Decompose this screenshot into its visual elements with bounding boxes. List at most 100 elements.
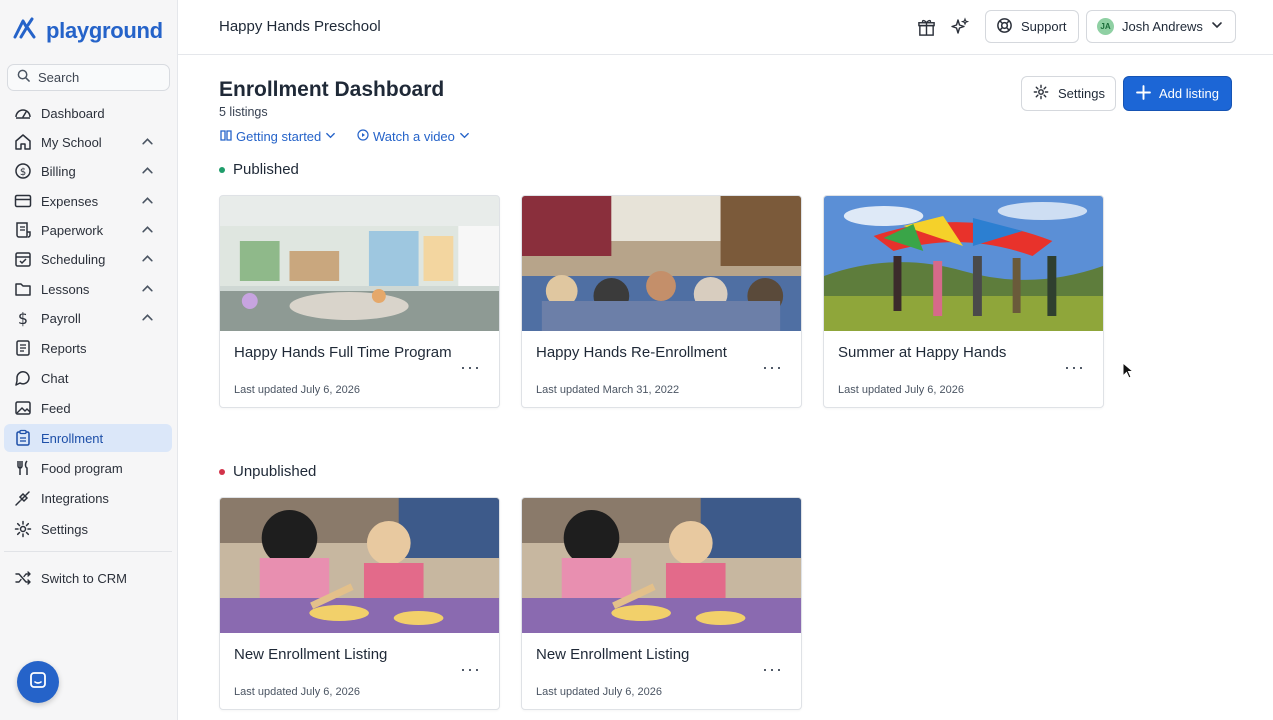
search-input[interactable]: Search — [7, 64, 170, 91]
add-listing-button[interactable]: Add listing — [1123, 76, 1232, 111]
listing-title: Happy Hands Re-Enrollment — [536, 344, 727, 361]
user-menu[interactable]: JA Josh Andrews — [1086, 10, 1236, 43]
chevron-up-icon[interactable] — [141, 223, 154, 239]
unpublished-label: Unpublished — [233, 463, 317, 480]
folder-icon — [14, 280, 32, 298]
page-title: Enrollment Dashboard — [219, 78, 445, 101]
play-circle-icon — [357, 129, 369, 144]
help-chat-button[interactable] — [17, 661, 59, 703]
book-icon — [220, 129, 232, 144]
sidebar-item-enrollment[interactable]: Enrollment — [4, 424, 172, 452]
gift-icon[interactable] — [916, 17, 936, 37]
sidebar-item-scheduling[interactable]: Scheduling — [4, 245, 172, 273]
chevron-up-icon[interactable] — [141, 164, 154, 180]
published-label: Published — [233, 161, 299, 178]
sidebar-item-expenses[interactable]: Expenses — [4, 187, 172, 215]
svg-text:$: $ — [18, 309, 28, 327]
plug-icon — [14, 489, 32, 507]
chevron-down-icon — [459, 129, 470, 144]
support-button[interactable]: Support — [985, 10, 1079, 43]
dollar-circle-icon: $ — [14, 162, 32, 180]
sidebar-item-feed[interactable]: Feed — [4, 394, 172, 422]
add-listing-label: Add listing — [1159, 86, 1219, 101]
switch-to-crm-link[interactable]: Switch to CRM — [4, 564, 172, 592]
sidebar-item-label: Food program — [41, 460, 123, 476]
listing-card[interactable]: New Enrollment Listing Last updated July… — [521, 497, 802, 710]
gear-icon — [14, 520, 32, 538]
shuffle-icon — [14, 569, 32, 587]
listing-card[interactable]: Summer at Happy Hands Last updated July … — [823, 195, 1104, 408]
sidebar-item-label: My School — [41, 134, 102, 150]
sidebar-item-label: Settings — [41, 521, 88, 537]
utensils-icon — [14, 459, 32, 477]
sparkle-icon[interactable] — [950, 17, 970, 37]
sidebar-item-label: Billing — [41, 163, 76, 179]
sidebar-item-billing[interactable]: $ Billing — [4, 157, 172, 185]
listing-updated: Last updated July 6, 2026 — [838, 384, 964, 396]
watch-video-link[interactable]: Watch a video — [357, 129, 470, 144]
sidebar-item-label: Paperwork — [41, 222, 104, 238]
gauge-icon — [14, 104, 32, 122]
card-icon — [14, 192, 32, 210]
sidebar-item-lessons[interactable]: Lessons — [4, 275, 172, 303]
settings-button[interactable]: Settings — [1021, 76, 1116, 111]
classroom-photo — [522, 196, 801, 331]
home-icon — [14, 133, 32, 151]
playdough-photo — [220, 498, 499, 633]
chevron-down-icon — [1211, 19, 1223, 34]
sidebar-item-my-school[interactable]: My School — [4, 128, 172, 156]
more-options-icon[interactable]: ··· — [1064, 358, 1085, 376]
getting-started-link[interactable]: Getting started — [220, 129, 336, 144]
image-icon — [14, 399, 32, 417]
search-placeholder: Search — [38, 70, 80, 85]
sidebar-item-reports[interactable]: Reports — [4, 334, 172, 362]
sidebar-item-label: Chat — [41, 370, 69, 386]
settings-label: Settings — [1058, 86, 1105, 101]
switch-to-crm-label: Switch to CRM — [41, 570, 127, 586]
sidebar-item-payroll[interactable]: $ Payroll — [4, 304, 172, 332]
chevron-up-icon[interactable] — [141, 194, 154, 210]
listing-title: New Enrollment Listing — [234, 646, 388, 663]
search-icon — [17, 69, 30, 87]
logo-text: playground — [46, 17, 163, 43]
plus-icon — [1136, 84, 1151, 103]
sidebar-item-label: Expenses — [41, 193, 99, 209]
user-name: Josh Andrews — [1122, 19, 1203, 34]
more-options-icon[interactable]: ··· — [762, 358, 783, 376]
listing-count: 5 listings — [219, 105, 268, 119]
more-options-icon[interactable]: ··· — [460, 660, 481, 678]
clipboard-icon — [14, 429, 32, 447]
chevron-down-icon — [325, 129, 336, 144]
listing-card[interactable]: Happy Hands Full Time Program Last updat… — [219, 195, 500, 408]
logo-icon — [12, 16, 40, 45]
chevron-up-icon[interactable] — [141, 311, 154, 327]
receipt-icon — [14, 221, 32, 239]
playground-logo[interactable]: playground — [12, 16, 163, 45]
listing-updated: Last updated July 6, 2026 — [536, 686, 662, 698]
sidebar: playground Search Dashboard My School $ … — [0, 0, 178, 720]
listing-title: Summer at Happy Hands — [838, 344, 1007, 361]
listing-card[interactable]: Happy Hands Re-Enrollment Last updated M… — [521, 195, 802, 408]
sidebar-item-dashboard[interactable]: Dashboard — [4, 99, 172, 127]
more-options-icon[interactable]: ··· — [762, 660, 783, 678]
more-options-icon[interactable]: ··· — [460, 358, 481, 376]
sidebar-item-paperwork[interactable]: Paperwork — [4, 216, 172, 244]
published-status-dot — [219, 166, 225, 173]
top-bar: Happy Hands Preschool Support JA Josh An… — [178, 0, 1273, 55]
chevron-up-icon[interactable] — [141, 252, 154, 268]
chat-icon — [14, 369, 32, 387]
sidebar-item-integrations[interactable]: Integrations — [4, 484, 172, 512]
sidebar-item-label: Enrollment — [41, 430, 104, 446]
sidebar-item-label: Payroll — [41, 310, 81, 326]
sidebar-item-settings[interactable]: Settings — [4, 515, 172, 543]
chevron-up-icon[interactable] — [141, 282, 154, 298]
listing-updated: Last updated July 6, 2026 — [234, 686, 360, 698]
chevron-up-icon[interactable] — [141, 135, 154, 151]
getting-started-label: Getting started — [236, 129, 322, 144]
sidebar-item-chat[interactable]: Chat — [4, 364, 172, 392]
sidebar-item-food-program[interactable]: Food program — [4, 454, 172, 482]
support-label: Support — [1021, 19, 1067, 34]
sidebar-item-label: Integrations — [41, 490, 109, 506]
svg-text:$: $ — [20, 167, 26, 178]
listing-card[interactable]: New Enrollment Listing Last updated July… — [219, 497, 500, 710]
